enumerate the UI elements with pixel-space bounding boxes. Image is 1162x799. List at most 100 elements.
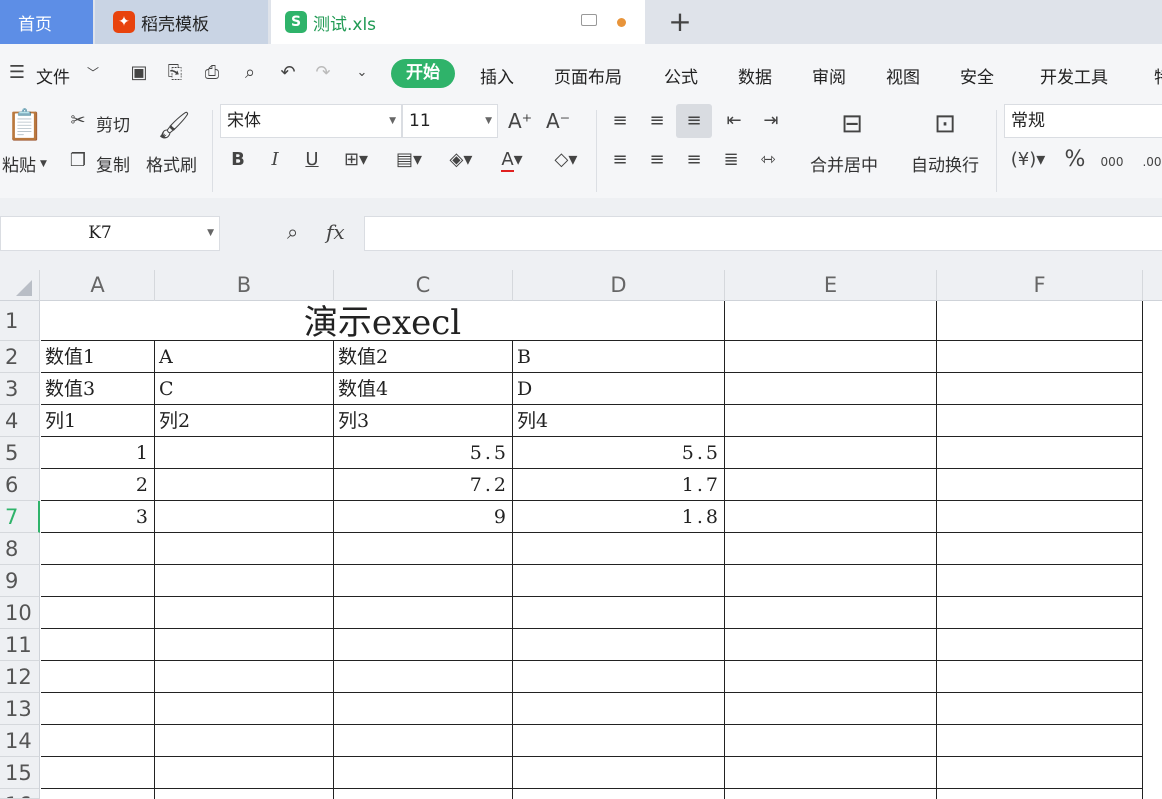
justify-icon[interactable]: ≣: [718, 148, 744, 172]
print-preview-icon[interactable]: ⌕: [239, 62, 261, 84]
row-header-5[interactable]: 5: [0, 437, 40, 469]
cell-D2[interactable]: B: [513, 341, 724, 372]
align-right-icon[interactable]: ≡: [681, 148, 707, 172]
increase-font-icon[interactable]: A⁺: [508, 109, 532, 133]
cell-style-icon[interactable]: ▤▾: [389, 148, 429, 172]
cell-A2[interactable]: 数值1: [41, 341, 154, 372]
paste-icon[interactable]: 📋: [6, 108, 43, 144]
currency-icon[interactable]: (¥)▾: [1010, 148, 1046, 172]
undo-icon[interactable]: ↶: [277, 62, 299, 84]
menu-view[interactable]: 视图: [886, 63, 920, 88]
cell-A5[interactable]: 1: [41, 437, 154, 468]
percent-button[interactable]: %: [1062, 148, 1088, 172]
row-header-11[interactable]: 11: [0, 629, 40, 661]
cell-D5[interactable]: 5.5: [513, 437, 724, 468]
row-header-1[interactable]: 1: [0, 301, 40, 341]
menu-insert[interactable]: 插入: [480, 63, 514, 88]
cell-D4[interactable]: 列4: [513, 405, 724, 436]
wrap-text-icon[interactable]: ⊡: [927, 106, 963, 142]
cell-C7[interactable]: 9: [334, 501, 512, 532]
fill-color-icon[interactable]: ◈▾: [441, 148, 481, 172]
wrap-text-button[interactable]: 自动换行: [911, 151, 979, 176]
cell-B2[interactable]: A: [155, 341, 333, 372]
column-header-A[interactable]: A: [41, 270, 155, 301]
distribute-icon[interactable]: ⇿: [755, 148, 781, 172]
row-header-10[interactable]: 10: [0, 597, 40, 629]
menu-start[interactable]: 开始: [391, 59, 455, 88]
decimal-button[interactable]: .00: [1138, 150, 1162, 174]
formula-input[interactable]: [364, 216, 1162, 251]
bold-button[interactable]: B: [226, 148, 250, 172]
sheet-title-cell[interactable]: 演示execl: [41, 301, 724, 343]
tab-home[interactable]: 首页: [0, 0, 93, 44]
cell-D3[interactable]: D: [513, 373, 724, 404]
name-box[interactable]: K7 ▼: [0, 216, 220, 251]
monitor-icon[interactable]: [581, 14, 597, 26]
increase-indent-icon[interactable]: ⇥: [758, 109, 784, 133]
row-header-3[interactable]: 3: [0, 373, 40, 405]
menu-security[interactable]: 安全: [960, 63, 994, 88]
cell-A7[interactable]: 3: [41, 501, 154, 532]
copy-button[interactable]: 复制: [96, 151, 130, 176]
row-header-8[interactable]: 8: [0, 533, 40, 565]
cell-C2[interactable]: 数值2: [334, 341, 512, 372]
insert-function-button[interactable]: fx: [326, 220, 345, 244]
copy-icon[interactable]: ❐: [66, 149, 90, 173]
cell-D6[interactable]: 1.7: [513, 469, 724, 500]
cell-B3[interactable]: C: [155, 373, 333, 404]
cut-button[interactable]: 剪切: [96, 111, 130, 136]
menu-data[interactable]: 数据: [738, 63, 772, 88]
row-header-15[interactable]: 15: [0, 757, 40, 789]
font-size-select[interactable]: 11 ▼: [402, 104, 498, 138]
menu-developer-tools[interactable]: 开发工具: [1040, 63, 1108, 88]
menu-formulas[interactable]: 公式: [664, 63, 698, 88]
row-header-4[interactable]: 4: [0, 405, 40, 437]
italic-button[interactable]: I: [263, 148, 287, 172]
cell-C3[interactable]: 数值4: [334, 373, 512, 404]
select-all-corner[interactable]: [0, 270, 40, 301]
row-header-6[interactable]: 6: [0, 469, 40, 501]
tab-docer-templates[interactable]: ✦ 稻壳模板: [95, 0, 268, 44]
cell-C4[interactable]: 列3: [334, 405, 512, 436]
format-painter-icon[interactable]: 🖌: [156, 108, 192, 144]
menu-special[interactable]: 特: [1154, 63, 1162, 88]
column-header-D[interactable]: D: [513, 270, 725, 301]
decrease-font-icon[interactable]: A⁻: [546, 109, 570, 133]
export-icon[interactable]: ⎘: [164, 62, 186, 84]
cell-A3[interactable]: 数值3: [41, 373, 154, 404]
chevron-down-icon[interactable]: ﹀: [82, 62, 104, 84]
row-header-7[interactable]: 7: [0, 501, 40, 533]
row-header-12[interactable]: 12: [0, 661, 40, 693]
print-icon[interactable]: ⎙: [201, 62, 223, 84]
cell-A6[interactable]: 2: [41, 469, 154, 500]
font-color-icon[interactable]: A▾: [492, 148, 532, 172]
customize-toolbar-icon[interactable]: ⌄: [351, 62, 373, 84]
hamburger-menu-icon[interactable]: ☰: [6, 62, 28, 84]
row-header-13[interactable]: 13: [0, 693, 40, 725]
cell-B4[interactable]: 列2: [155, 405, 333, 436]
column-header-B[interactable]: B: [155, 270, 334, 301]
row-header-16[interactable]: 16: [0, 789, 40, 799]
merge-center-button[interactable]: 合并居中: [810, 151, 878, 176]
borders-icon[interactable]: ⊞▾: [339, 148, 373, 172]
align-middle-icon[interactable]: ≡: [644, 109, 670, 133]
font-name-select[interactable]: 宋体 ▼: [220, 104, 402, 138]
save-icon[interactable]: ▣: [128, 62, 150, 84]
align-top-icon[interactable]: ≡: [607, 109, 633, 133]
cell-C5[interactable]: 5.5: [334, 437, 512, 468]
row-header-14[interactable]: 14: [0, 725, 40, 757]
row-header-9[interactable]: 9: [0, 565, 40, 597]
underline-button[interactable]: U: [300, 148, 324, 172]
row-header-2[interactable]: 2: [0, 341, 40, 373]
number-format-select[interactable]: 常规: [1004, 104, 1162, 138]
redo-icon[interactable]: ↷: [312, 62, 334, 84]
cell-A4[interactable]: 列1: [41, 405, 154, 436]
thousands-separator-button[interactable]: 000: [1098, 150, 1126, 174]
menu-file[interactable]: 文件: [36, 63, 70, 88]
align-bottom-icon[interactable]: ≡: [676, 104, 712, 138]
new-tab-icon[interactable]: +: [666, 4, 694, 40]
column-header-E[interactable]: E: [725, 270, 937, 301]
merge-center-icon[interactable]: ⊟: [834, 106, 870, 142]
tab-file[interactable]: S 测试.xls: [271, 0, 645, 44]
align-center-icon[interactable]: ≡: [644, 148, 670, 172]
